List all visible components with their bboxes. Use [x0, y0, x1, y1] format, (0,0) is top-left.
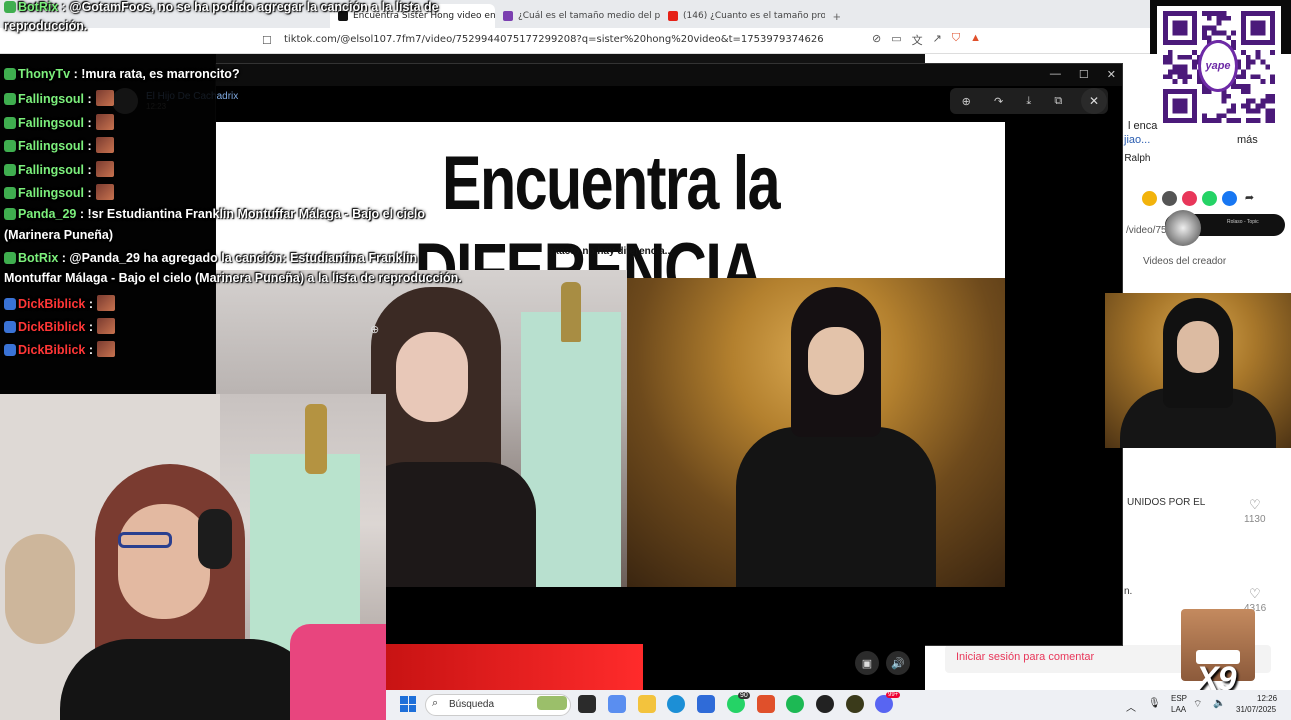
address-bar: ☐ tiktok.com/@elsol107.7fm7/video/752994…: [0, 28, 1150, 54]
cursor-icon: ⊕: [370, 324, 380, 336]
youtube-icon: [668, 11, 678, 21]
photo-figure: [736, 287, 936, 587]
coin-icon[interactable]: [1142, 191, 1157, 206]
webcam-feed: [0, 394, 386, 720]
task-view-icon[interactable]: [578, 695, 596, 713]
address-bar-actions: ⊘ ▭ 文 ↗ ⛉ ▲: [872, 32, 981, 48]
viewer-titlebar: — ☐ ✕: [216, 64, 1122, 86]
mini-player-avatar: [1165, 210, 1201, 246]
desc-snippet: l enca: [1128, 120, 1158, 132]
share-arrow-icon[interactable]: ➦: [1242, 191, 1257, 206]
browser-tab-bar: Encuentra Sister Hong video en ✕ ¿Cuál e…: [0, 0, 1150, 28]
screen: Encuentra Sister Hong video en ✕ ¿Cuál e…: [0, 0, 1291, 720]
volume-icon[interactable]: 🔊: [886, 651, 910, 675]
like-count: 1130: [1244, 514, 1266, 525]
mini-player-title: Rolaso - Topic: [1227, 219, 1259, 225]
streamer-body: [60, 639, 320, 720]
tiktok-icon: [338, 11, 348, 21]
obs-icon[interactable]: [846, 695, 864, 713]
tab-tiktok[interactable]: Encuentra Sister Hong video en ✕: [330, 4, 495, 28]
share-icons: ➦: [1142, 191, 1257, 206]
windows-start-icon[interactable]: [400, 696, 416, 712]
send-icon[interactable]: [1182, 191, 1197, 206]
yape-logo: yape: [1198, 40, 1238, 92]
volume-icon[interactable]: 🔈: [1213, 698, 1225, 709]
facebook-icon[interactable]: [1222, 191, 1237, 206]
halo-figure-overlay: [1105, 293, 1291, 448]
heart-icon[interactable]: ♡: [1249, 497, 1261, 513]
tray-chevron-icon[interactable]: ︿: [1126, 699, 1136, 714]
more-link[interactable]: más: [1237, 134, 1258, 146]
download-icon[interactable]: ⤓: [1026, 95, 1031, 108]
discord-badge: 99+: [886, 692, 901, 698]
login-to-comment-link[interactable]: Iniciar sesión para comentar: [956, 651, 1094, 663]
overlay-figure-face: [1177, 321, 1219, 373]
tab-label: ¿Cuál es el tamaño medio del pene: [518, 11, 660, 21]
new-tab-button[interactable]: +: [825, 9, 849, 28]
streamer-glasses: [118, 532, 172, 548]
page-icon: [503, 11, 513, 21]
tab-youtube[interactable]: (146) ¿Cuanto es el tamaño promedi: [660, 4, 825, 28]
url-fragment: /video/75: [1126, 225, 1167, 236]
chat-background: [0, 54, 216, 394]
brave-icon[interactable]: [757, 695, 775, 713]
pip-icon[interactable]: ▣: [855, 651, 879, 675]
photo-trophy: [561, 282, 581, 342]
zoom-icon[interactable]: ⊕: [962, 95, 971, 108]
rewards-icon[interactable]: ▲: [970, 32, 981, 48]
file-explorer-icon[interactable]: [638, 695, 656, 713]
language-indicator[interactable]: ESP: [1171, 694, 1187, 703]
share-icon[interactable]: ↗: [933, 32, 942, 48]
copilot-icon[interactable]: [608, 695, 626, 713]
image-subline: exacto no hay diferencia...: [547, 246, 674, 257]
webcam-teddy-bear: [5, 534, 75, 644]
heart-icon[interactable]: ♡: [1249, 586, 1261, 602]
open-external-icon[interactable]: ⧉: [1054, 95, 1062, 108]
whatsapp-icon[interactable]: [1202, 191, 1217, 206]
comment-text: n.: [1124, 586, 1133, 597]
figure-face: [808, 327, 864, 395]
forward-icon[interactable]: ↷: [994, 95, 1003, 108]
spotify-icon[interactable]: [786, 695, 804, 713]
close-viewer-button[interactable]: ✕: [1081, 88, 1107, 114]
edge-icon[interactable]: [667, 695, 685, 713]
comment-text: UNIDOS POR EL: [1127, 497, 1206, 508]
taskbar-search-label: Búsqueda: [449, 699, 495, 710]
clock-time[interactable]: 12:26: [1257, 694, 1277, 703]
extension-icon[interactable]: ⊘: [872, 32, 881, 48]
url-field[interactable]: tiktok.com/@elsol107.7fm7/video/75299440…: [284, 34, 824, 45]
streamer-face: [118, 504, 210, 619]
desc-link[interactable]: jiao...: [1124, 134, 1150, 146]
maximize-icon[interactable]: ☐: [1079, 68, 1089, 81]
brave-shield-icon[interactable]: ⛉: [952, 32, 960, 48]
clock-date[interactable]: 31/07/2025: [1236, 705, 1276, 714]
webcam-pink-object: [290, 624, 386, 720]
close-icon[interactable]: ✕: [1107, 68, 1116, 81]
headset-icon: [198, 509, 232, 569]
figure-body: [736, 427, 936, 587]
notification-badge: 90: [738, 692, 750, 699]
tab-label: Encuentra Sister Hong video en: [353, 11, 495, 21]
webcam-trophy: [305, 404, 327, 474]
minimize-icon[interactable]: —: [1050, 68, 1061, 81]
translate-icon[interactable]: 文: [912, 32, 923, 48]
wifi-icon[interactable]: ⌔: [1193, 698, 1202, 711]
search-highlight-icon: [537, 696, 567, 710]
tab-query-1[interactable]: ¿Cuál es el tamaño medio del pene: [495, 4, 660, 28]
bookmark-icon[interactable]: ☐: [262, 34, 272, 47]
search-icon: ⌕: [432, 697, 439, 709]
photo-shelf: [521, 312, 621, 587]
app-icon[interactable]: [816, 695, 834, 713]
mic-icon[interactable]: 🎙: [1148, 698, 1161, 709]
red-banner: [386, 644, 643, 690]
store-icon[interactable]: [697, 695, 715, 713]
keyboard-layout[interactable]: LAA: [1171, 705, 1186, 714]
tab-label: (146) ¿Cuanto es el tamaño promedi: [683, 11, 825, 21]
cast-icon[interactable]: ▭: [891, 32, 901, 48]
tab-creator-videos[interactable]: Videos del creador: [1143, 256, 1226, 267]
embed-icon[interactable]: [1162, 191, 1177, 206]
photo-person-face: [396, 332, 468, 422]
window-controls: — ☐ ✕: [1050, 68, 1116, 81]
